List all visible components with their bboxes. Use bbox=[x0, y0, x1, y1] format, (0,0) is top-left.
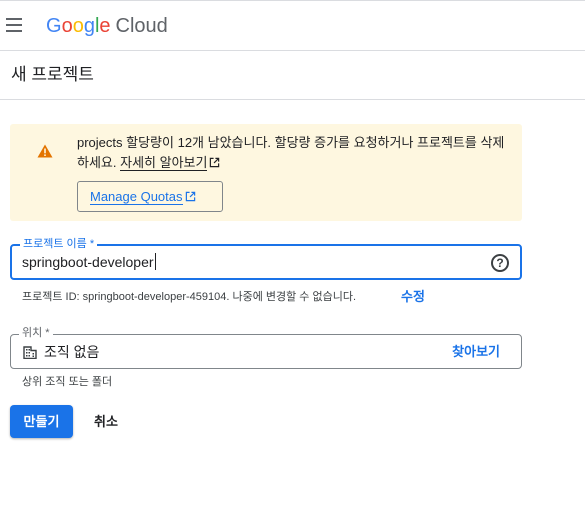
organization-icon bbox=[23, 346, 37, 359]
edit-project-id-button[interactable]: 수정 bbox=[401, 289, 425, 305]
location-value: 조직 없음 bbox=[44, 344, 100, 360]
cancel-button[interactable]: 취소 bbox=[84, 405, 128, 438]
project-name-field[interactable]: 프로젝트 이름 * springboot-developer ? bbox=[10, 238, 522, 280]
logo-product-name: Cloud bbox=[115, 15, 168, 37]
warning-icon bbox=[37, 144, 53, 158]
browse-location-button[interactable]: 찾아보기 bbox=[452, 343, 500, 361]
logo-letter: o bbox=[61, 15, 73, 37]
external-link-icon bbox=[185, 191, 195, 202]
page-title: 새 프로젝트 bbox=[11, 65, 94, 84]
create-button[interactable]: 만들기 bbox=[10, 405, 73, 438]
project-id-hint: 프로젝트 ID: springboot-developer-459104. 나중… bbox=[22, 291, 357, 303]
hamburger-menu-icon[interactable] bbox=[4, 14, 26, 36]
manage-quotas-button[interactable]: Manage Quotas bbox=[77, 181, 223, 212]
learn-more-link[interactable]: 자세히 알아보기 bbox=[120, 155, 208, 171]
page-header: 새 프로젝트 bbox=[0, 51, 585, 100]
logo-letter: o bbox=[72, 15, 84, 37]
project-name-input[interactable]: springboot-developer bbox=[22, 253, 156, 271]
location-field[interactable]: 위치 * 조직 없음 찾아보기 bbox=[10, 327, 522, 369]
help-circle-icon[interactable]: ? bbox=[491, 254, 509, 272]
project-name-value: springboot-developer bbox=[22, 254, 154, 270]
manage-quotas-label: Manage Quotas bbox=[90, 189, 183, 205]
text-cursor bbox=[154, 253, 156, 270]
project-name-label: 프로젝트 이름 * bbox=[20, 238, 98, 251]
top-app-bar: Google Cloud bbox=[0, 0, 585, 51]
quota-warning-text: projects 할당량이 12개 남았습니다. 할당량 증가를 요청하거나 프… bbox=[77, 133, 507, 173]
logo-letter: G bbox=[46, 15, 62, 37]
google-cloud-logo[interactable]: Google Cloud bbox=[46, 13, 168, 39]
external-link-icon bbox=[210, 157, 220, 168]
logo-letter: e bbox=[99, 15, 111, 37]
quota-warning-banner: projects 할당량이 12개 남았습니다. 할당량 증가를 요청하거나 프… bbox=[10, 124, 522, 221]
location-hint: 상위 조직 또는 폴더 bbox=[22, 376, 113, 388]
location-label: 위치 * bbox=[19, 327, 53, 340]
learn-more-label: 자세히 알아보기 bbox=[120, 155, 208, 170]
logo-letter: g bbox=[83, 15, 95, 37]
